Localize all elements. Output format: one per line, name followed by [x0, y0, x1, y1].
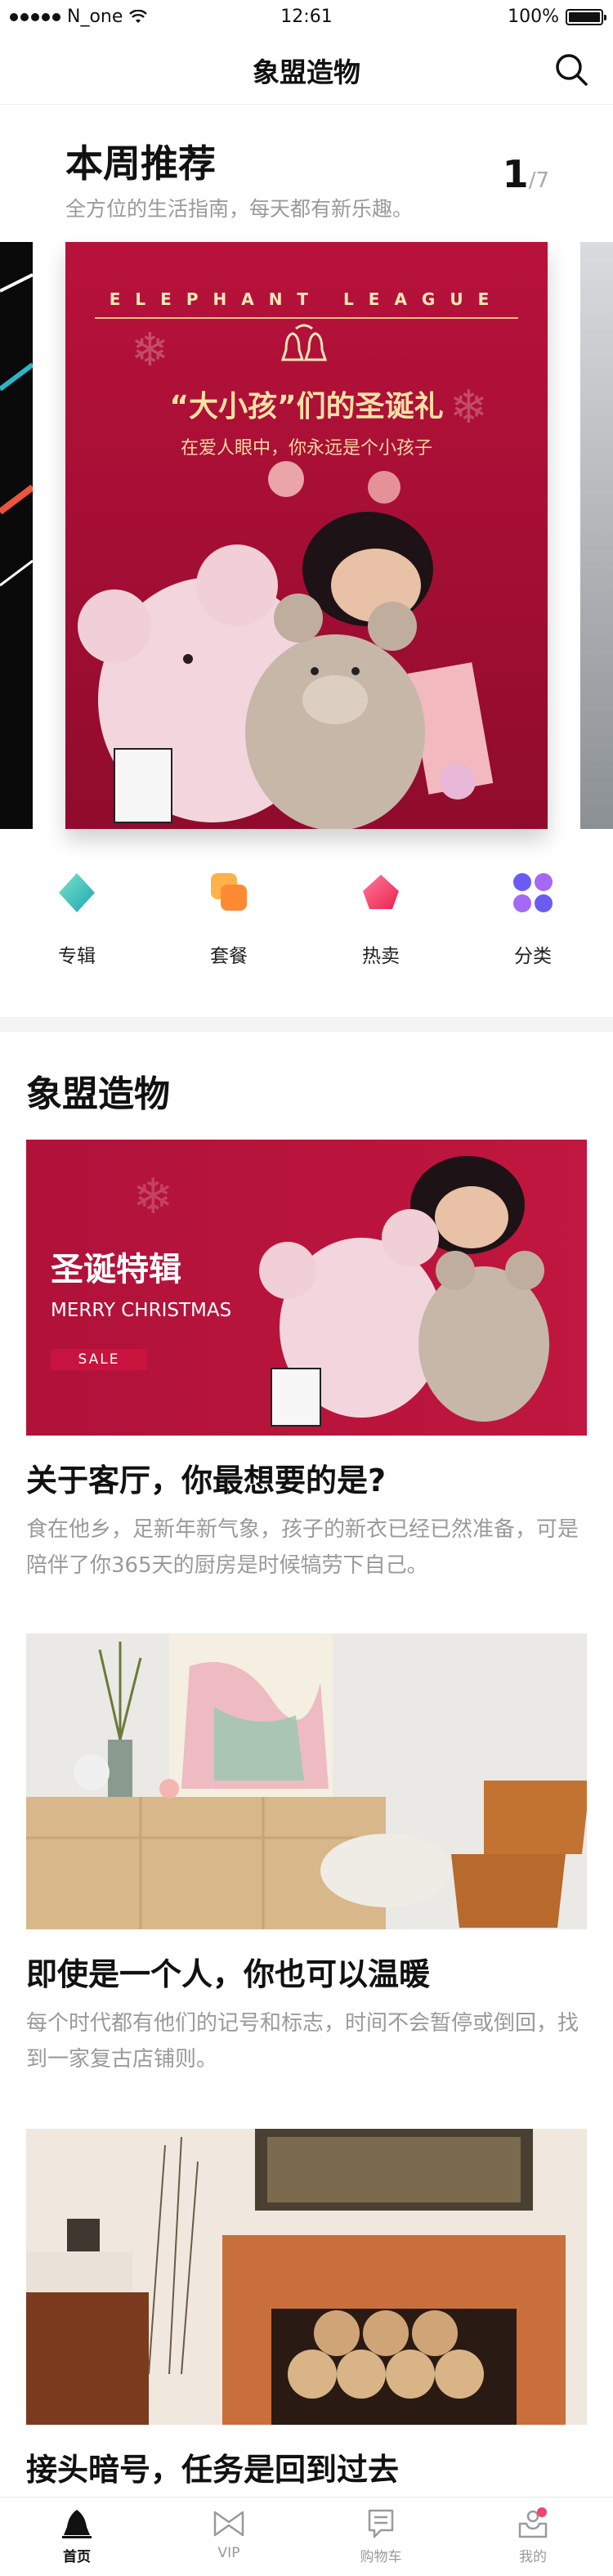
category-label: 分类 [514, 946, 552, 967]
banner-subtitle: MERRY CHRISTMAS [51, 1300, 232, 1321]
pager-total: /7 [528, 168, 549, 193]
article-desc: 食在他乡，足新年新气象，孩子的新衣已经已然准备，可是陪伴了你365天的厨房是时候… [26, 1517, 579, 1578]
tab-label: 我的 [519, 2549, 547, 2565]
article-photo [26, 1633, 587, 1929]
category-label: 套餐 [210, 946, 248, 967]
article-image [26, 1633, 587, 1929]
sale-badge: SALE [51, 1349, 147, 1370]
weekly-subtitle: 全方位的生活指南，每天都有新乐趣。 [65, 197, 414, 221]
carousel-pager: 1/7 [503, 152, 549, 196]
hero-photo [78, 461, 494, 829]
article-photo [26, 2129, 587, 2425]
article-title: 即使是一个人，你也可以温暖 [26, 1956, 431, 1992]
hot-sale-icon [363, 875, 399, 909]
battery-percent: 100% [508, 7, 559, 27]
cart-icon [368, 2509, 394, 2538]
tab-home[interactable]: 首页 [28, 2507, 126, 2565]
category-album[interactable]: 专辑 [28, 867, 126, 968]
prev-card-art [0, 242, 33, 829]
tab-bar: 首页 VIP 购物车 我的 [0, 2497, 613, 2576]
category-hot-sale[interactable]: 热卖 [332, 867, 430, 968]
category-label: 专辑 [58, 946, 96, 967]
home-icon [62, 2510, 92, 2538]
vip-bowtie-icon [213, 2511, 244, 2537]
album-icon [59, 873, 95, 912]
category-row: 专辑 套餐 热卖 分类 [0, 867, 613, 989]
tab-label: 首页 [63, 2549, 91, 2565]
tab-profile[interactable]: 我的 [484, 2507, 582, 2565]
article-desc: 每个时代都有他们的记号和标志，时间不会暂停或倒回，找到一家复古店铺则。 [26, 2011, 579, 2072]
tab-label: VIP [217, 2545, 240, 2561]
app-page: N_one 12:61 100% 象盟造物 本周推荐 全方位的生活指南，每天都有… [0, 0, 613, 2576]
profile-icon [518, 2507, 548, 2538]
pager-current: 1 [502, 152, 529, 196]
svg-text:❄: ❄ [132, 1168, 173, 1225]
carousel-prev-card[interactable] [0, 242, 33, 829]
article-image [26, 2129, 587, 2425]
article-image: ❄ 圣诞特辑 MERRY CHRISTMAS SALE [26, 1140, 587, 1436]
status-bar: N_one 12:61 100% [0, 0, 613, 33]
nav-bar: 象盟造物 [0, 33, 613, 105]
search-icon[interactable] [554, 52, 588, 87]
banner-title: 圣诞特辑 [51, 1251, 181, 1288]
category-grid-icon [513, 873, 553, 912]
hero-card[interactable]: ❄ ❄ ELEPHANT LEAGUE “大小孩”们的圣诞礼 在爱人眼中，你永远… [65, 242, 548, 829]
article-card[interactable]: ❄ 圣诞特辑 MERRY CHRISTMAS SALE 关于客厅，你最想要的是?… [26, 1140, 587, 1584]
nav-title: 象盟造物 [253, 56, 360, 88]
tab-label: 购物车 [360, 2549, 402, 2565]
article-card[interactable]: 接头暗号，任务是回到过去 [26, 2129, 587, 2489]
section-title: 象盟造物 [26, 1073, 170, 1115]
article-card[interactable]: 即使是一个人，你也可以温暖 每个时代都有他们的记号和标志，时间不会暂停或倒回，找… [26, 1633, 587, 2077]
tab-vip[interactable]: VIP [180, 2507, 278, 2561]
section-divider [0, 1017, 613, 1032]
package-icon [211, 873, 247, 911]
weekly-title: 本周推荐 [65, 141, 216, 186]
tab-cart[interactable]: 购物车 [332, 2507, 430, 2565]
category-all[interactable]: 分类 [484, 867, 582, 968]
article-title: 接头暗号，任务是回到过去 [26, 2452, 400, 2488]
article-title: 关于客厅，你最想要的是? [26, 1463, 387, 1499]
battery-icon [566, 8, 606, 25]
carousel-next-card[interactable] [580, 242, 613, 829]
status-right: 100% [508, 7, 606, 27]
category-package[interactable]: 套餐 [180, 867, 278, 968]
category-label: 热卖 [362, 946, 400, 967]
